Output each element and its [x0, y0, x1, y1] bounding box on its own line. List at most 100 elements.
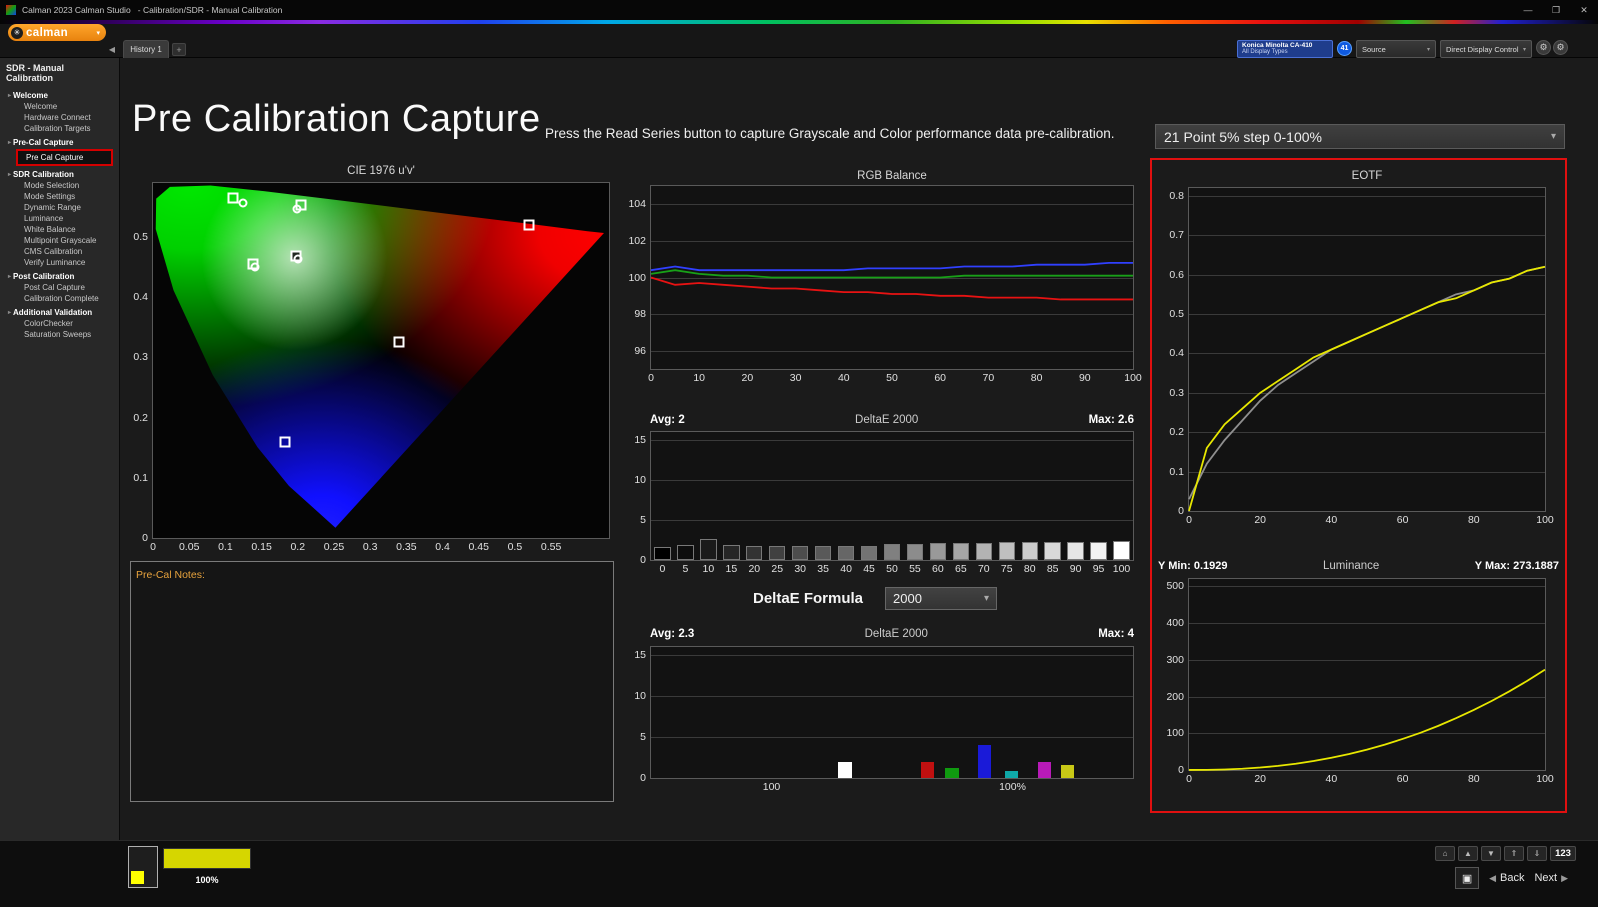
- add-tab-button[interactable]: +: [172, 43, 186, 56]
- eotf-luminance-panel: EOTF 0 0.1 0.2 0.3 0.4 0.5 0.6 0.7 0.8 0 20 40 60 80 1…: [1150, 158, 1567, 813]
- section-arrow-icon: ▸: [8, 140, 12, 146]
- cie-marker-measured: [238, 198, 248, 208]
- x-tick-label: 0.45: [468, 541, 489, 553]
- nav-item-hardware-connect[interactable]: Hardware Connect: [0, 112, 119, 123]
- nav-item-dynamic-range[interactable]: Dynamic Range: [0, 202, 119, 213]
- y-tick-label: 15: [634, 434, 646, 446]
- calman-logo-menu[interactable]: ✳ calman ▾: [8, 24, 106, 41]
- nav-section-pre-cal-capture[interactable]: ▸ Pre-Cal Capture: [0, 136, 119, 148]
- series-line-measured: [1189, 670, 1545, 770]
- chevron-down-icon: ▾: [96, 29, 100, 37]
- nav-item-welcome[interactable]: Welcome: [0, 101, 119, 112]
- nav-section-additional-validation[interactable]: ▸ Additional Validation: [0, 306, 119, 318]
- cie-marker-target: [279, 436, 291, 448]
- rgb-balance-plot: 96 98 100 102 104 0 10 20 30 40 50 60 70 80 90 100: [628, 185, 1142, 384]
- up-icon-button[interactable]: ▲: [1458, 846, 1478, 861]
- y-tick-label: 0.3: [133, 351, 148, 364]
- sidebar-collapse-button[interactable]: ◀: [105, 42, 119, 56]
- deltae-color-plot: 0 5 10 15 100 100%: [634, 646, 1134, 793]
- cie-gamut-shape: [155, 185, 604, 528]
- x-tick-label: 80: [1023, 563, 1036, 575]
- y-tick-label: 104: [628, 198, 646, 211]
- cie-marker-measured: [292, 204, 302, 214]
- x-tick-label: 100: [1536, 514, 1554, 526]
- grayscale-bar: [975, 543, 992, 560]
- nav-section-post-calibration[interactable]: ▸ Post Calibration: [0, 270, 119, 282]
- x-tick-label: 20: [741, 372, 754, 384]
- nav-item-calibration-targets[interactable]: Calibration Targets: [0, 123, 119, 134]
- nav-section-label: Welcome: [13, 91, 48, 100]
- color-bar-blue: [977, 745, 992, 778]
- deltae-grayscale-max: Max: 2.6: [1088, 414, 1134, 426]
- nav-item-multipoint-grayscale[interactable]: Multipoint Grayscale: [0, 235, 119, 246]
- nav-item-mode-settings[interactable]: Mode Settings: [0, 191, 119, 202]
- y-tick-label: 0.6: [1169, 268, 1184, 281]
- x-tick-label: 0: [648, 372, 654, 384]
- x-tick-label: 70: [982, 372, 995, 384]
- pattern-level-bar[interactable]: [163, 848, 251, 869]
- y-tick-label: 0.4: [133, 291, 148, 304]
- minimize-button[interactable]: —: [1514, 0, 1542, 20]
- tab-history-1[interactable]: History 1: [123, 40, 169, 58]
- nav-section-welcome[interactable]: ▸ Welcome: [0, 89, 119, 101]
- cie-chart-title: CIE 1976 u'v': [347, 165, 415, 177]
- nav-item-verify-luminance[interactable]: Verify Luminance: [0, 257, 119, 268]
- x-tick-label: 30: [789, 372, 802, 384]
- pattern-window-thumbnail[interactable]: [128, 846, 158, 888]
- grayscale-bar: [746, 545, 763, 560]
- grayscale-bar: [1090, 541, 1107, 560]
- nav-item-post-cal-capture[interactable]: Post Cal Capture: [0, 282, 119, 293]
- y-tick-label: 100: [628, 271, 646, 284]
- x-tick-label: 5: [682, 563, 689, 575]
- y-tick-label: 0.1: [1169, 465, 1184, 478]
- maximize-button[interactable]: ❐: [1542, 0, 1570, 20]
- meter-button[interactable]: Konica Minolta CA-410 All Display Types: [1237, 40, 1333, 58]
- nav-item-colorchecker[interactable]: ColorChecker: [0, 318, 119, 329]
- next-button[interactable]: Next ▶: [1534, 872, 1568, 884]
- window-title: Calman 2023 Calman Studio - Calibration/…: [22, 5, 283, 15]
- patterns-123-button[interactable]: 123: [1550, 846, 1576, 861]
- nav-item-saturation-sweeps[interactable]: Saturation Sweeps: [0, 329, 119, 340]
- x-tick-label: 25: [771, 563, 784, 575]
- nav-item-luminance[interactable]: Luminance: [0, 213, 119, 224]
- display-control-dropdown[interactable]: Direct Display Control ▾: [1440, 40, 1532, 58]
- nav-item-pre-cal-capture[interactable]: Pre Cal Capture: [16, 149, 113, 166]
- deltae-formula-dropdown[interactable]: 2000 ▾: [885, 587, 997, 610]
- meter-status-badge: 41: [1337, 41, 1352, 56]
- page-up-icon-button[interactable]: ⇑: [1504, 846, 1524, 861]
- pre-cal-notes-box[interactable]: Pre-Cal Notes:: [130, 561, 614, 802]
- x-tick-label: 0.15: [251, 541, 272, 553]
- x-tick-label: 50: [886, 372, 898, 384]
- options-gear-icon[interactable]: ⚙: [1553, 40, 1568, 55]
- home-icon-button[interactable]: ⌂: [1435, 846, 1455, 861]
- nav-item-white-balance[interactable]: White Balance: [0, 224, 119, 235]
- gridline: [651, 520, 1133, 521]
- nav-item-mode-selection[interactable]: Mode Selection: [0, 180, 119, 191]
- workflow-title: SDR - Manual Calibration: [6, 63, 65, 83]
- settings-gear-icon[interactable]: ⚙: [1536, 40, 1551, 55]
- x-tick-label: 90: [1078, 372, 1091, 384]
- series-points-dropdown[interactable]: 21 Point 5% step 0-100% ▾: [1155, 124, 1565, 149]
- x-tick-label: 0.35: [396, 541, 417, 553]
- workflow-nav-tree: ▸ Welcome Welcome Hardware Connect Calibrati…: [0, 89, 119, 340]
- nav-item-cms-calibration[interactable]: CMS Calibration: [0, 246, 119, 257]
- x-tick-label: 0: [150, 541, 156, 553]
- grayscale-bar: [929, 543, 947, 560]
- nav-section-sdr-calibration[interactable]: ▸ SDR Calibration: [0, 168, 119, 180]
- deltae-grayscale-plot: 0 5 10 15 0 5 10 15 20 25 30 35 40 45 50 55 60 65 70 75 80 85…: [634, 431, 1134, 575]
- source-dropdown[interactable]: Source ▾: [1356, 40, 1436, 58]
- nav-item-calibration-complete[interactable]: Calibration Complete: [0, 293, 119, 304]
- main-content: Pre Calibration Capture Press the Read S…: [120, 58, 1598, 840]
- page-down-icon-button[interactable]: ⇓: [1527, 846, 1547, 861]
- close-button[interactable]: ✕: [1570, 0, 1598, 20]
- x-tick-label: 80: [1030, 372, 1043, 384]
- color-bar-white: [838, 761, 852, 778]
- x-tick-label: 10: [702, 563, 715, 575]
- pattern-window-button[interactable]: ▣: [1455, 867, 1480, 889]
- eotf-plot: 0 0.1 0.2 0.3 0.4 0.5 0.6 0.7 0.8 0 20 40 60 80 100: [1169, 187, 1554, 526]
- down-icon-button[interactable]: ▼: [1481, 846, 1501, 861]
- back-label: Back: [1499, 872, 1525, 884]
- back-button[interactable]: ◀ Back: [1489, 872, 1524, 884]
- x-tick-label: 0: [1186, 773, 1192, 785]
- x-tick-label: 100: [1124, 372, 1142, 384]
